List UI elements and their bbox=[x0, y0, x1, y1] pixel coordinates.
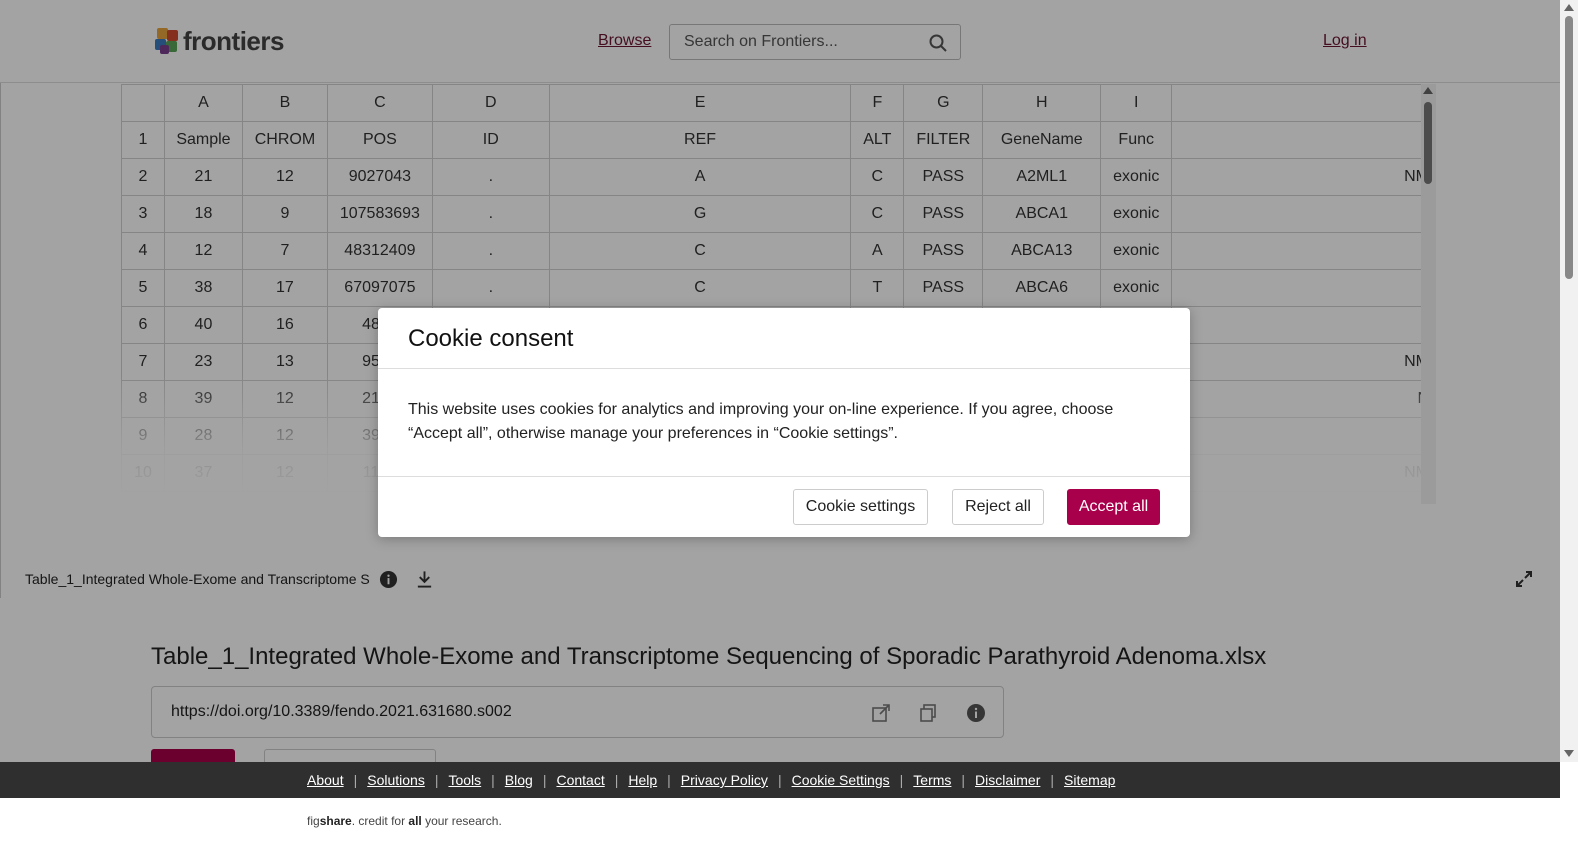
dialog-body: This website uses cookies for analytics … bbox=[408, 401, 1114, 442]
footer-link[interactable]: Help bbox=[618, 772, 667, 788]
site-footer: About | Solutions | Tools | Blog | Contact | Help |… bbox=[0, 762, 1560, 798]
dialog-divider bbox=[378, 368, 1190, 369]
page-scrollbar[interactable] bbox=[1560, 0, 1578, 762]
page-scroll-down-icon[interactable] bbox=[1564, 750, 1574, 757]
footer-link[interactable]: Cookie Settings bbox=[782, 772, 900, 788]
footer-link[interactable]: Privacy Policy bbox=[671, 772, 778, 788]
dialog-title: Cookie consent bbox=[408, 325, 574, 352]
cookie-consent-dialog: Cookie consent This website uses cookies… bbox=[378, 308, 1190, 537]
footer-link[interactable]: Solutions bbox=[357, 772, 435, 788]
footer-link[interactable]: Sitemap bbox=[1054, 772, 1125, 788]
dialog-divider bbox=[378, 476, 1190, 477]
footer-link[interactable]: Terms bbox=[903, 772, 961, 788]
footer-link[interactable]: Tools bbox=[438, 772, 491, 788]
footer-link[interactable]: Blog bbox=[495, 772, 543, 788]
footer-link[interactable]: About bbox=[297, 772, 354, 788]
reject-all-button[interactable]: Reject all bbox=[952, 489, 1044, 525]
cookie-settings-button[interactable]: Cookie settings bbox=[793, 489, 928, 525]
accept-all-button[interactable]: Accept all bbox=[1067, 489, 1160, 525]
page-scroll-up-icon[interactable] bbox=[1564, 4, 1574, 11]
footer-link[interactable]: Contact bbox=[546, 772, 614, 788]
footer-link[interactable]: Disclaimer bbox=[965, 772, 1050, 788]
figshare-credit: figshare. credit for all your research. bbox=[307, 814, 502, 828]
page-scroll-thumb[interactable] bbox=[1565, 16, 1573, 279]
